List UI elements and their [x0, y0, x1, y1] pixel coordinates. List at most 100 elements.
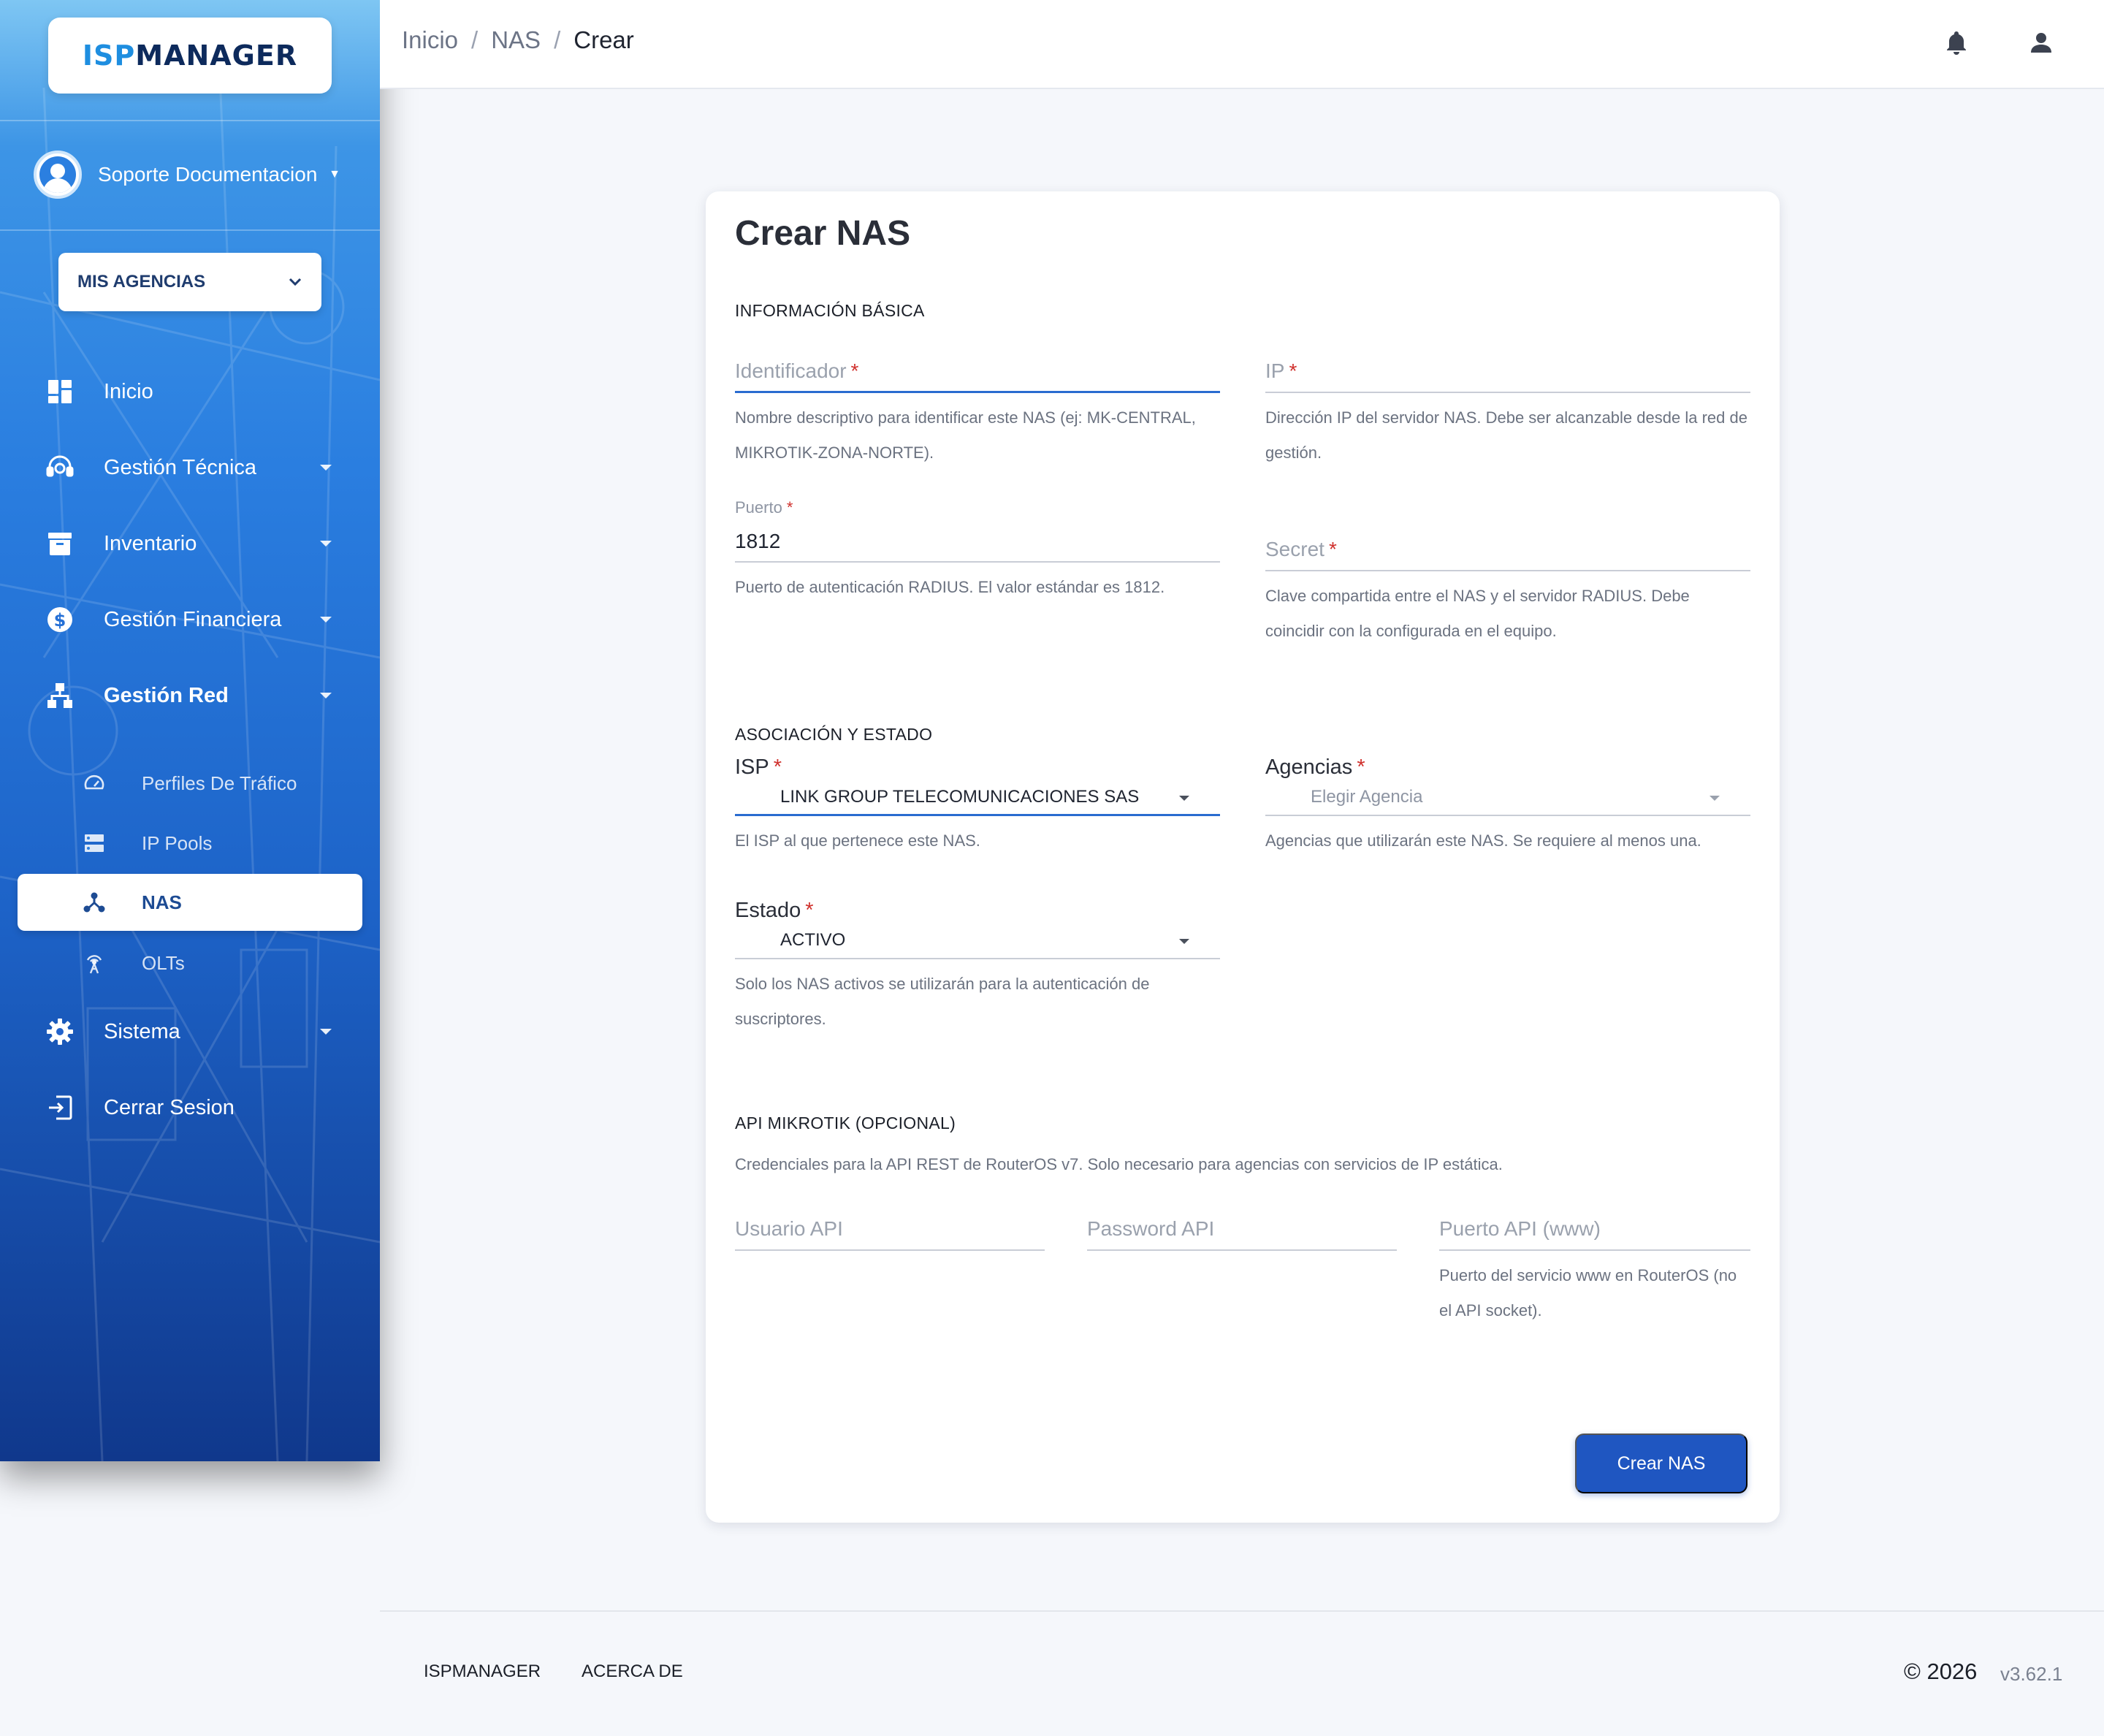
puerto-field: Puerto * 1812 Puerto de autenticación RAD…	[735, 498, 1220, 605]
hub-icon	[82, 890, 107, 915]
caret-down-icon	[1179, 796, 1189, 801]
api-description: Credenciales para la API REST de RouterO…	[735, 1155, 1503, 1173]
breadcrumb-separator: /	[554, 26, 561, 53]
archive-box-icon	[45, 529, 75, 558]
secret-field: Secret * Clave compartida entre el NAS y …	[1265, 529, 1750, 649]
agencias-select[interactable]: Elegir Agencia	[1265, 780, 1750, 816]
chevron-down-icon	[289, 278, 302, 286]
ip-input[interactable]: IP *	[1265, 351, 1750, 393]
divider	[0, 120, 380, 121]
sidebar-item-sistema[interactable]: Sistema	[0, 1002, 380, 1061]
svg-text:$: $	[54, 610, 66, 631]
agencias-label: Agencias *	[1265, 755, 1365, 779]
logo-text: ISPMANAGER	[82, 39, 298, 72]
sidebar-item-label: Sistema	[104, 1019, 180, 1043]
estado-label: Estado *	[735, 899, 814, 922]
footer-link-ispmanager[interactable]: ISPMANAGER	[424, 1661, 541, 1682]
section-api-mikrotik: API MIKROTIK (OPCIONAL)	[735, 1113, 956, 1132]
top-bar: Inicio / NAS / Crear	[380, 0, 2104, 89]
identificador-field: Identificador * Nombre descriptivo para i…	[735, 351, 1220, 471]
sidebar-subitem-ip-pools[interactable]: IP Pools	[0, 817, 380, 869]
password-api-input[interactable]: Password API	[1087, 1208, 1397, 1251]
estado-select[interactable]: ACTIVO	[735, 923, 1220, 959]
isp-label: ISP *	[735, 755, 782, 779]
usuario-api-field: Usuario API	[735, 1208, 1045, 1251]
user-menu[interactable]: Soporte Documentacion ▼	[34, 151, 340, 199]
divider	[0, 229, 380, 231]
sidebar-subitem-label: OLTs	[142, 951, 185, 974]
caret-down-icon	[1710, 796, 1720, 801]
dollar-circle-icon: $	[45, 605, 75, 634]
puerto-hint: Puerto de autenticación RADIUS. El valor…	[735, 578, 1165, 596]
user-icon[interactable]	[2027, 28, 2056, 57]
estado-field: Estado * ACTIVO Solo los NAS activos se u…	[735, 899, 1220, 1037]
sidebar-item-inventario[interactable]: Inventario	[0, 514, 380, 573]
server-icon	[82, 831, 107, 856]
sidebar-item-label: Inicio	[104, 379, 153, 403]
usuario-api-input[interactable]: Usuario API	[735, 1208, 1045, 1251]
sidebar-item-gestion-financiera[interactable]: $ Gestión Financiera	[0, 590, 380, 649]
caret-down-icon	[320, 1029, 332, 1035]
sidebar-item-label: Gestión Red	[104, 683, 229, 707]
sidebar-item-label: Cerrar Sesion	[104, 1095, 235, 1119]
sidebar-item-cerrar-sesion[interactable]: Cerrar Sesion	[0, 1078, 380, 1137]
caret-down-icon	[1179, 939, 1189, 944]
puerto-api-field: Puerto API (www) Puerto del servicio www…	[1439, 1208, 1750, 1328]
sidebar-subitem-label: NAS	[142, 891, 182, 913]
sidebar-subitem-perfiles-de-trafico[interactable]: Perfiles De Tráfico	[0, 757, 380, 810]
sidebar-item-gestion-red[interactable]: Gestión Red	[0, 666, 380, 725]
bell-icon[interactable]	[1942, 28, 1971, 57]
agency-selector[interactable]: MIS AGENCIAS	[58, 253, 321, 311]
secret-input[interactable]: Secret *	[1265, 529, 1750, 571]
puerto-input[interactable]: 1812	[735, 522, 1220, 563]
footer-link-acerca-de[interactable]: ACERCA DE	[582, 1661, 683, 1682]
section-basic-info: INFORMACIÓN BÁSICA	[735, 301, 925, 320]
caret-down-icon	[320, 617, 332, 623]
gear-icon	[45, 1017, 75, 1046]
footer-divider	[380, 1610, 2104, 1612]
puerto-label: Puerto *	[735, 498, 793, 517]
create-nas-button[interactable]: Crear NAS	[1575, 1434, 1747, 1493]
sidebar-item-inicio[interactable]: Inicio	[0, 362, 380, 421]
breadcrumb-separator: /	[471, 26, 479, 53]
sidebar-subitem-olts[interactable]: OLTs	[0, 937, 380, 989]
secret-hint: Clave compartida entre el NAS y el servi…	[1265, 587, 1690, 640]
version: v3.62.1	[2000, 1663, 2063, 1685]
agencias-hint: Agencias que utilizarán este NAS. Se req…	[1265, 831, 1701, 850]
avatar	[34, 151, 82, 199]
estado-hint: Solo los NAS activos se utilizarán para …	[735, 975, 1150, 1028]
caret-down-icon	[320, 541, 332, 547]
sidebar-subitem-label: Perfiles De Tráfico	[142, 772, 297, 794]
breadcrumb-nas[interactable]: NAS	[491, 26, 541, 54]
antenna-icon	[82, 951, 107, 975]
puerto-api-input[interactable]: Puerto API (www)	[1439, 1208, 1750, 1251]
password-api-field: Password API	[1087, 1208, 1397, 1251]
sidebar-item-label: Gestión Financiera	[104, 607, 282, 631]
copyright: © 2026	[1904, 1659, 1978, 1684]
sidebar-item-label: Inventario	[104, 531, 197, 555]
breadcrumb-home[interactable]: Inicio	[402, 26, 458, 54]
speedometer-icon	[82, 771, 107, 796]
identificador-hint: Nombre descriptivo para identificar este…	[735, 408, 1196, 462]
breadcrumb: Inicio / NAS / Crear	[402, 26, 634, 54]
isp-field: ISP * LINK GROUP TELECOMUNICACIONES SAS E…	[735, 755, 1220, 859]
caret-down-icon	[320, 465, 332, 471]
sidebar-item-label: Gestión Técnica	[104, 455, 257, 479]
sidebar-subitem-nas[interactable]: NAS	[18, 874, 362, 931]
puerto-api-hint: Puerto del servicio www en RouterOS (no …	[1439, 1266, 1737, 1320]
agency-selector-label: MIS AGENCIAS	[77, 272, 206, 292]
identificador-input[interactable]: Identificador *	[735, 351, 1220, 393]
page-title: Crear NAS	[735, 214, 911, 253]
isp-select[interactable]: LINK GROUP TELECOMUNICACIONES SAS	[735, 780, 1220, 816]
sidebar-item-gestion-tecnica[interactable]: Gestión Técnica	[0, 438, 380, 497]
isp-hint: El ISP al que pertenece este NAS.	[735, 831, 980, 850]
ip-field: IP * Dirección IP del servidor NAS. Debe …	[1265, 351, 1750, 471]
sidebar-subitem-label: IP Pools	[142, 831, 213, 854]
dashboard-icon	[45, 377, 75, 406]
support-agent-icon	[45, 453, 75, 482]
logo[interactable]: ISPMANAGER	[48, 18, 332, 94]
agencias-field: Agencias * Elegir Agencia Agencias que ut…	[1265, 755, 1750, 859]
breadcrumb-current: Crear	[573, 26, 634, 53]
tower-background-art	[0, 58, 380, 1461]
caret-down-icon	[320, 693, 332, 698]
